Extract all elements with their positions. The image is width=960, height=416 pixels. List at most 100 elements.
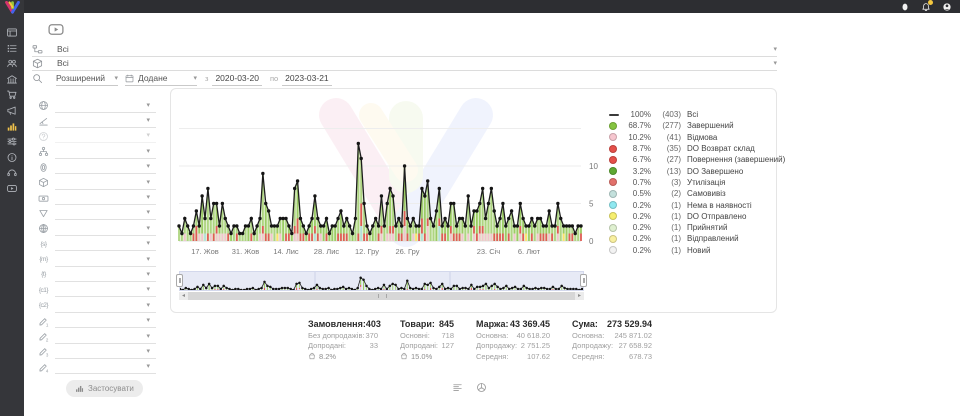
sidebar-item-support[interactable] (6, 167, 18, 178)
legend-item[interactable]: 68.7% (277) Завершений (609, 120, 773, 131)
date-to-input[interactable]: 2023-03-21 (282, 71, 331, 86)
search-mode-select[interactable]: Розширений ▾ (56, 72, 118, 86)
navigator-right-handle[interactable] (580, 274, 587, 287)
filter-panel-select[interactable]: ▾ (55, 160, 156, 174)
legend-item[interactable]: 100% (403) Всі (609, 109, 773, 120)
stat-upsell-badge: 15.0% (400, 351, 454, 362)
filter-panel-row[interactable]: {m} ▾ (38, 252, 156, 267)
filter-panel-select[interactable]: ▾ (55, 299, 156, 313)
sidebar-item-analytics[interactable] (6, 121, 18, 132)
filter-panel-row[interactable]: 3 ▾ (38, 344, 156, 359)
filter-panel-select[interactable]: ▾ (55, 314, 156, 328)
filter-panel-row[interactable]: 1 ▾ (38, 313, 156, 328)
legend-item[interactable]: 0.2% (1) Прийнятий (609, 222, 773, 233)
legend-item[interactable]: 0.5% (2) Самовивіз (609, 188, 773, 199)
filter-panel-row[interactable]: ▾ (38, 190, 156, 205)
chevron-down-icon: ▾ (146, 271, 150, 278)
sidebar-item-clients[interactable] (6, 58, 18, 69)
filter-panel-select[interactable]: ▾ (55, 114, 156, 128)
svg-text:17. Жов: 17. Жов (191, 247, 219, 256)
legend-item[interactable]: 6.7% (27) Повернення (завершений) (609, 154, 773, 165)
legend-item[interactable]: 0.2% (1) Новий (609, 245, 773, 256)
list-view-icon[interactable] (452, 382, 463, 393)
filter-panel-row[interactable]: ▾ (38, 175, 156, 190)
filter-panel-select[interactable]: ▾ (55, 129, 156, 143)
legend-item[interactable]: 0.2% (1) DO Отправлено (609, 211, 773, 222)
scrollbar-thumb[interactable] (188, 292, 575, 300)
legend-item[interactable]: 0.7% (3) Утилізація (609, 177, 773, 188)
search-filter-row: Розширений ▾ Додане ▾ з 2020-03-20 по 20… (32, 71, 332, 86)
sidebar-item-orders[interactable] (6, 43, 18, 54)
stat-sub-label: Допродажу: (476, 341, 517, 350)
date-from-input[interactable]: 2020-03-20 (212, 71, 261, 86)
legend-item[interactable]: 3.2% (13) DO Завершено (609, 165, 773, 176)
filter-panel-row[interactable]: ▾ (38, 221, 156, 236)
app-logo-icon[interactable] (4, 1, 21, 14)
legend-count: (1) (651, 234, 681, 243)
legend-item[interactable]: 10.2% (41) Відмова (609, 132, 773, 143)
filter-panel-row[interactable]: 2 ▾ (38, 329, 156, 344)
filter-panel-row[interactable]: ▾ (38, 98, 156, 113)
legend-item[interactable]: 0.2% (1) Відправлений (609, 233, 773, 244)
navigator-scrollbar[interactable]: ◂ ▸ (179, 292, 584, 300)
stat-sub-row: Середня:107.62 (476, 351, 550, 362)
sidebar-item-video[interactable] (6, 183, 18, 194)
scroll-left-arrow[interactable]: ◂ (179, 292, 188, 300)
sidebar-item-cart[interactable] (6, 89, 18, 100)
chart-navigator[interactable]: ◂ ▸ (179, 271, 584, 301)
video-tutorial-button[interactable] (45, 21, 67, 38)
filter-panel-select[interactable]: ▾ (55, 345, 156, 359)
filter-panel-select[interactable]: ▾ (55, 222, 156, 236)
filter-panel-select[interactable]: ▾ (55, 253, 156, 267)
apply-button[interactable]: Застосувати (66, 380, 143, 397)
product-filter-select[interactable]: Всі ▾ (32, 56, 777, 71)
filter-panel-row[interactable]: ▾ (38, 129, 156, 144)
apply-button-label: Застосувати (88, 384, 134, 393)
filter-panel-select[interactable]: ▾ (55, 145, 156, 159)
funnel-icon (38, 208, 49, 219)
filter-panel-select[interactable]: ▾ (55, 360, 156, 374)
sidebar-item-warehouse[interactable] (6, 74, 18, 85)
legend-percent: 68.7% (621, 121, 651, 130)
filter-panel-row[interactable]: {t} ▾ (38, 267, 156, 282)
profile-icon[interactable] (942, 2, 952, 12)
filter-panel-select[interactable]: ▾ (55, 176, 156, 190)
scroll-right-arrow[interactable]: ▸ (575, 292, 584, 300)
filter-panel-select[interactable]: ▾ (55, 191, 156, 205)
filter-panel-row[interactable]: ▾ (38, 113, 156, 128)
date-from-prefix: з (205, 74, 208, 83)
user-icon[interactable] (900, 2, 910, 12)
filter-panel-row[interactable]: ▾ (38, 160, 156, 175)
filter-panel-row[interactable]: {s} ▾ (38, 237, 156, 252)
filter-panel-row[interactable]: 4 ▾ (38, 360, 156, 375)
bell-icon[interactable] (921, 2, 931, 12)
sphere-icon[interactable] (476, 382, 487, 393)
search-icon[interactable] (32, 73, 43, 84)
legend-item[interactable]: 8.7% (35) DO Возврат склад (609, 143, 773, 154)
sidebar-item-dashboard[interactable] (6, 27, 18, 38)
filter-panel-row[interactable]: {c2} ▾ (38, 298, 156, 313)
filter-panel-select[interactable]: ▾ (55, 206, 156, 220)
chevron-down-icon: ▾ (114, 75, 118, 82)
sidebar-item-integrations[interactable] (6, 136, 18, 147)
legend-item[interactable]: 0.2% (1) Нема в наявності (609, 199, 773, 210)
date-field-select[interactable]: Додане ▾ (125, 72, 197, 86)
filter-panel-select[interactable]: ▾ (55, 268, 156, 282)
category-filter-select[interactable]: Всі ▾ (32, 42, 777, 57)
filter-panel-select[interactable]: ▾ (55, 330, 156, 344)
stat-sub-row: Основна:40 618.20 (476, 330, 550, 341)
filter-panel-select[interactable]: ▾ (55, 283, 156, 297)
stat-sub-value: 107.62 (527, 352, 550, 361)
tag-s-icon: {s} (38, 241, 49, 248)
legend-swatch-icon (609, 145, 617, 153)
filter-panel-row[interactable]: ▾ (38, 206, 156, 221)
filter-panel-row[interactable]: {c1} ▾ (38, 283, 156, 298)
legend-count: (27) (651, 155, 681, 164)
sidebar-item-marketing[interactable] (6, 105, 18, 116)
filter-panel-select[interactable]: ▾ (55, 237, 156, 251)
sidebar-item-info[interactable] (6, 152, 18, 163)
filter-panel-select[interactable]: ▾ (55, 99, 156, 113)
filter-panel-row[interactable]: ▾ (38, 144, 156, 159)
stat-sub-label: Основна: (572, 331, 604, 340)
navigator-left-handle[interactable] (176, 274, 183, 287)
